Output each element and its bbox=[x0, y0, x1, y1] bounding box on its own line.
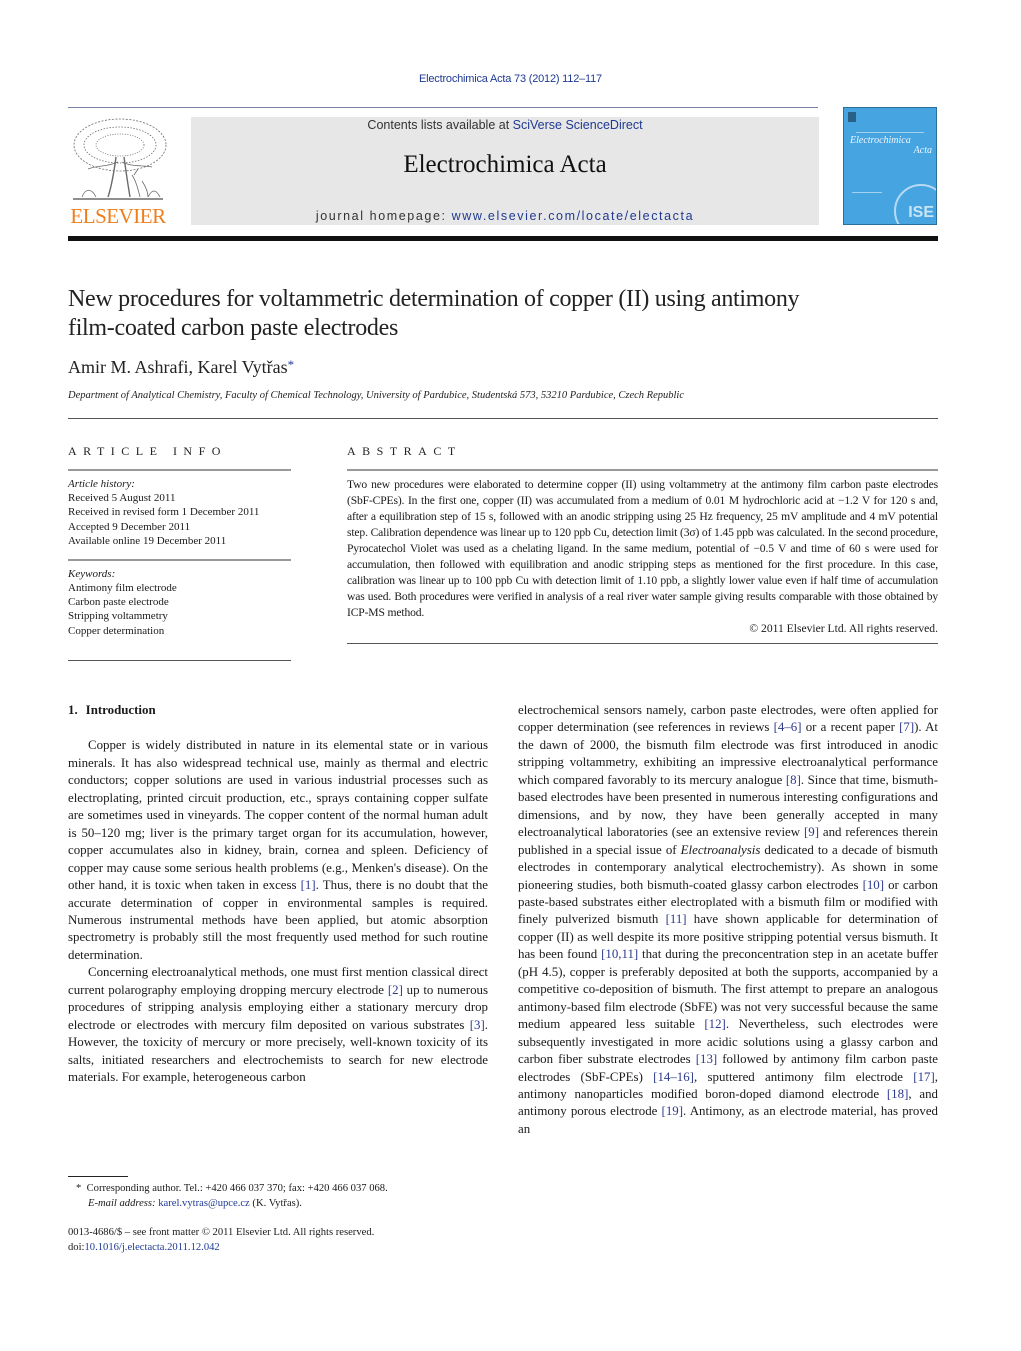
citation-link[interactable]: [9] bbox=[804, 825, 819, 839]
article-history-label: Article history: bbox=[68, 478, 135, 490]
footnote-rule bbox=[68, 1176, 128, 1177]
citation-link[interactable]: [12] bbox=[704, 1017, 725, 1031]
ise-emblem-text: ISE bbox=[908, 204, 934, 221]
keyword-item: Antimony film electrode bbox=[68, 581, 177, 594]
citation-link[interactable]: [10,11] bbox=[601, 947, 638, 961]
journal-banner: Contents lists available at SciVerse Sci… bbox=[191, 117, 819, 225]
paragraph: Copper is widely distributed in nature i… bbox=[68, 737, 488, 964]
history-item: Received in revised form 1 December 2011 bbox=[68, 506, 260, 519]
homepage-prefix: journal homepage: bbox=[315, 209, 452, 223]
tree-icon bbox=[73, 118, 167, 200]
article-info-end-rule bbox=[68, 660, 291, 662]
citation-link[interactable]: [17] bbox=[913, 1070, 934, 1084]
homepage-line: journal homepage: www.elsevier.com/locat… bbox=[191, 209, 819, 223]
section-title: Introduction bbox=[85, 703, 156, 717]
corresponding-author-note: * Corresponding author. Tel.: +420 466 0… bbox=[68, 1181, 488, 1196]
affiliation-divider bbox=[68, 418, 938, 419]
article-title: New procedures for voltammetric determin… bbox=[68, 285, 948, 343]
keyword-item: Carbon paste electrode bbox=[68, 596, 169, 609]
text-run: , sputtered antimony film electrode bbox=[693, 1069, 914, 1084]
doi-prefix: doi: bbox=[68, 1242, 85, 1253]
doi-line: doi:10.1016/j.electacta.2011.12.042 bbox=[68, 1240, 488, 1255]
corresponding-author-mark[interactable]: * bbox=[288, 357, 295, 372]
front-matter: 0013-4686/$ – see front matter © 2011 El… bbox=[68, 1225, 488, 1255]
contents-line: Contents lists available at SciVerse Sci… bbox=[191, 118, 819, 132]
contents-prefix: Contents lists available at bbox=[367, 118, 513, 132]
abstract-copyright: © 2011 Elsevier Ltd. All rights reserved… bbox=[749, 622, 938, 635]
cover-title-line2: Acta bbox=[913, 145, 932, 156]
header-thick-rule bbox=[68, 236, 938, 241]
keyword-item: Stripping voltammetry bbox=[68, 610, 168, 623]
journal-reference[interactable]: Electrochimica Acta 73 (2012) 112–117 bbox=[0, 73, 1021, 85]
cover-title: Electrochimica Acta bbox=[850, 136, 932, 156]
abstract-heading: ABSTRACT bbox=[347, 444, 462, 458]
sciencedirect-link[interactable]: SciVerse ScienceDirect bbox=[513, 118, 643, 132]
citation-link[interactable]: [18] bbox=[887, 1087, 908, 1101]
footnote: * Corresponding author. Tel.: +420 466 0… bbox=[68, 1181, 488, 1211]
author-list: Amir M. Ashrafi, Karel Vytřas* bbox=[68, 357, 294, 378]
email-link[interactable]: karel.vytras@upce.cz bbox=[158, 1198, 250, 1209]
cover-divider-2 bbox=[852, 192, 882, 193]
affiliation: Department of Analytical Chemistry, Facu… bbox=[68, 390, 684, 401]
keywords-label: Keywords: bbox=[68, 567, 116, 580]
text-run: or a recent paper bbox=[801, 720, 900, 735]
article-info-rule bbox=[68, 469, 291, 471]
article-info-rule bbox=[68, 558, 291, 561]
section-number: 1. bbox=[68, 703, 78, 717]
article-title-line1: New procedures for voltammetric determin… bbox=[68, 286, 800, 312]
cover-divider bbox=[856, 132, 924, 133]
history-item: Received 5 August 2011 bbox=[68, 492, 176, 504]
history-item: Accepted 9 December 2011 bbox=[68, 520, 191, 533]
cover-publisher-icon bbox=[848, 112, 856, 122]
doi-link[interactable]: 10.1016/j.electacta.2011.12.042 bbox=[84, 1242, 219, 1253]
journal-name-italic: Electroanalysis bbox=[680, 842, 761, 857]
abstract-end-rule bbox=[347, 643, 938, 644]
citation-link[interactable]: [14–16] bbox=[653, 1070, 694, 1084]
history-item: Available online 19 December 2011 bbox=[68, 535, 227, 548]
journal-title: Electrochimica Acta bbox=[403, 151, 607, 178]
email-note: E-mail address: karel.vytras@upce.cz (K.… bbox=[68, 1196, 488, 1211]
keyword-item: Copper determination bbox=[68, 624, 165, 637]
citation-link[interactable]: [10] bbox=[863, 878, 884, 892]
body-column-right: electrochemical sensors namely, carbon p… bbox=[518, 702, 938, 1138]
footnote-mark: * bbox=[76, 1183, 82, 1194]
homepage-link[interactable]: www.elsevier.com/locate/electacta bbox=[452, 209, 694, 223]
corresponding-text: Corresponding author. Tel.: +420 466 037… bbox=[86, 1183, 388, 1194]
article-info: ARTICLE INFO Article history: Received 5… bbox=[68, 444, 291, 667]
citation-link[interactable]: [13] bbox=[696, 1052, 717, 1066]
issn-line: 0013-4686/$ – see front matter © 2011 El… bbox=[68, 1227, 375, 1238]
body-column-left: 1. Introduction Copper is widely distribu… bbox=[68, 702, 488, 1087]
text-run: Copper is widely distributed in nature i… bbox=[68, 738, 488, 893]
abstract-rule bbox=[347, 469, 938, 471]
article-title-line2: film-coated carbon paste electrodes bbox=[68, 315, 399, 341]
journal-reference-link[interactable]: Electrochimica Acta 73 (2012) 112–117 bbox=[419, 73, 602, 85]
citation-link[interactable]: [4–6] bbox=[774, 720, 802, 734]
email-label: E-mail address: bbox=[88, 1198, 159, 1209]
author-names: Amir M. Ashrafi, Karel Vytřas bbox=[68, 357, 288, 377]
citation-link[interactable]: [19] bbox=[662, 1104, 683, 1118]
journal-cover-thumbnail[interactable]: Electrochimica Acta ISE bbox=[843, 107, 937, 225]
abstract-text: Two new procedures were elaborated to de… bbox=[347, 478, 938, 619]
citation-link[interactable]: [11] bbox=[666, 912, 687, 926]
citation-link[interactable]: [3] bbox=[470, 1018, 485, 1032]
header-divider bbox=[68, 107, 818, 108]
email-suffix: (K. Vytřas). bbox=[249, 1198, 302, 1209]
citation-link[interactable]: [2] bbox=[388, 983, 403, 997]
abstract: ABSTRACT Two new procedures were elabora… bbox=[347, 444, 938, 650]
article-info-heading: ARTICLE INFO bbox=[68, 444, 227, 458]
citation-link[interactable]: [7] bbox=[899, 720, 914, 734]
elsevier-wordmark: ELSEVIER bbox=[70, 204, 166, 228]
paragraph: electrochemical sensors namely, carbon p… bbox=[518, 702, 938, 1138]
elsevier-logo[interactable]: ELSEVIER bbox=[68, 117, 168, 229]
paragraph: Concerning electroanalytical methods, on… bbox=[68, 964, 488, 1086]
section-heading: 1. Introduction bbox=[68, 702, 488, 719]
citation-link[interactable]: [1] bbox=[301, 878, 316, 892]
citation-link[interactable]: [8] bbox=[786, 773, 801, 787]
cover-title-line1: Electrochimica bbox=[850, 135, 911, 146]
